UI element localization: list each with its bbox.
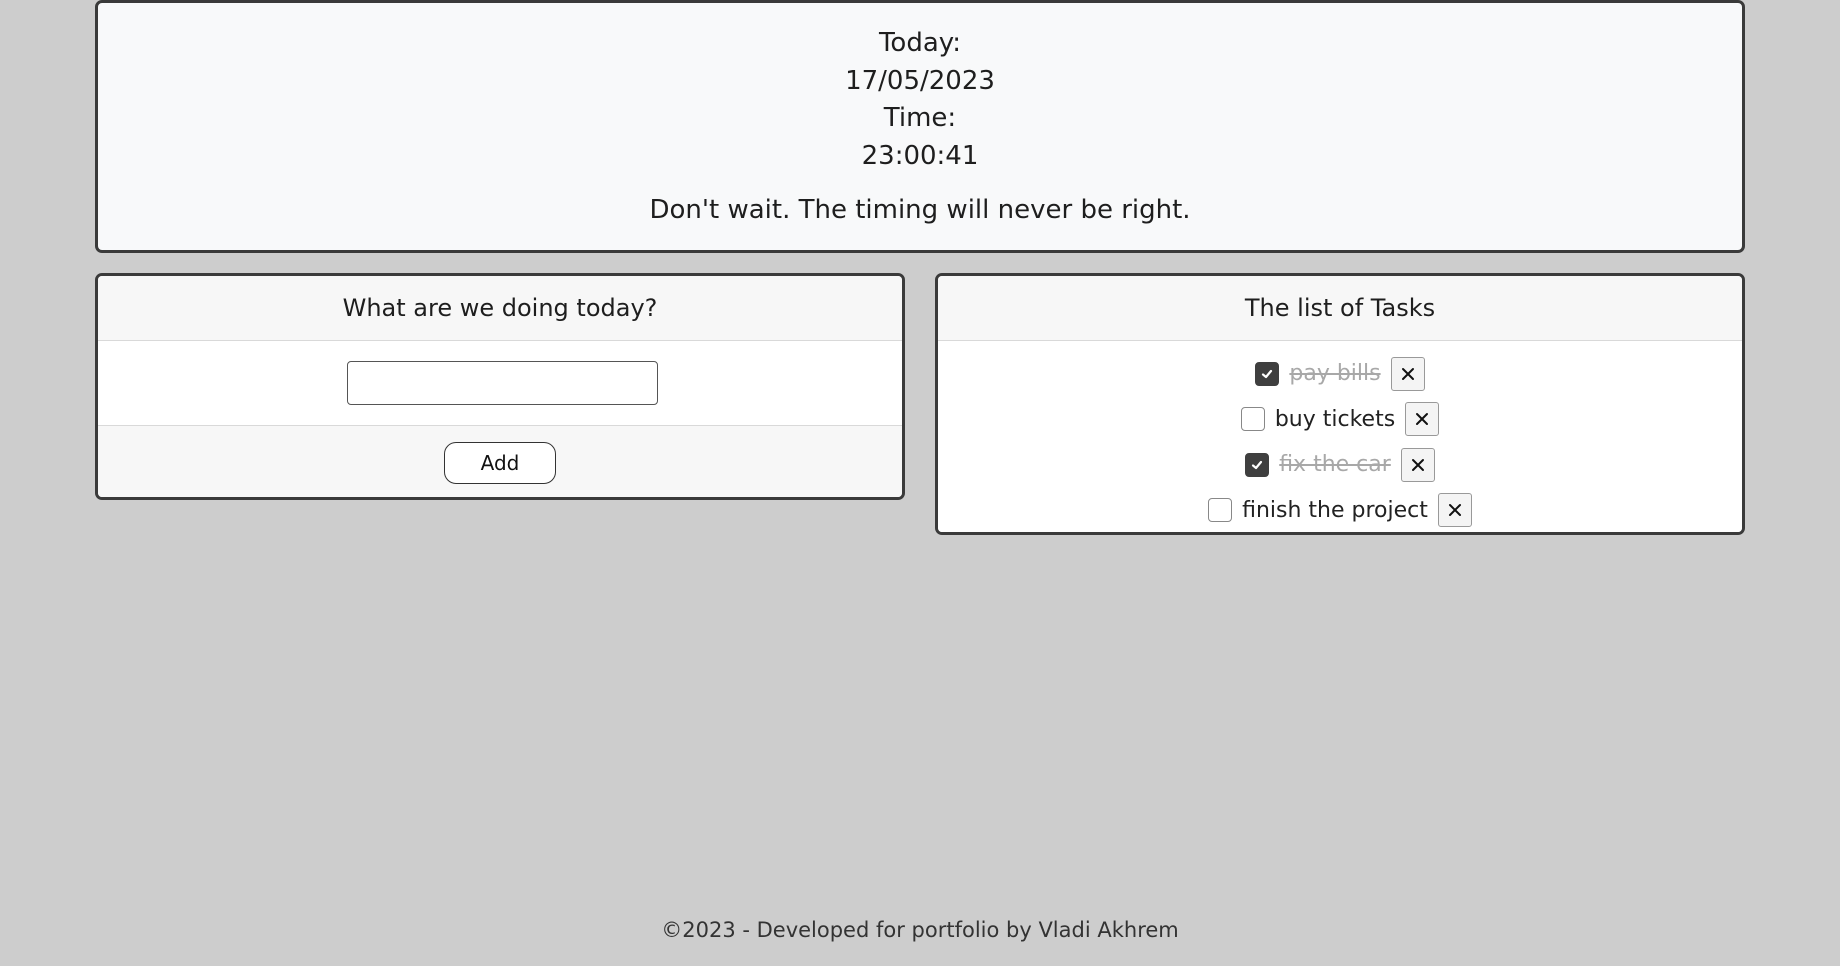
task-text: buy tickets: [1274, 406, 1396, 432]
task-checkbox[interactable]: [1208, 498, 1233, 523]
quote-text: Don't wait. The timing will never be rig…: [649, 195, 1191, 225]
task-row: buy tickets: [938, 397, 1742, 443]
task-input[interactable]: [347, 361, 658, 405]
task-checkbox[interactable]: [1255, 361, 1280, 386]
task-text: pay bills: [1289, 361, 1381, 387]
add-task-title: What are we doing today?: [98, 276, 902, 341]
delete-task-button[interactable]: [1405, 402, 1440, 437]
time-value: 23:00:41: [861, 140, 979, 171]
close-icon: [1401, 367, 1414, 380]
add-task-card: What are we doing today? Add: [95, 273, 905, 500]
task-row: pay bills: [938, 351, 1742, 397]
clock-card: Today: 17/05/2023 Time: 23:00:41 Don't w…: [95, 0, 1745, 253]
clock-block: Today: 17/05/2023 Time: 23:00:41: [98, 3, 1742, 175]
task-list: pay bills buy tickets fix the car finish…: [938, 341, 1742, 533]
add-task-footer: Add: [98, 426, 902, 497]
task-text: finish the project: [1242, 497, 1428, 523]
delete-task-button[interactable]: [1400, 447, 1435, 482]
time-label: Time:: [883, 103, 957, 133]
delete-task-button[interactable]: [1437, 493, 1472, 528]
task-list-title: The list of Tasks: [938, 276, 1742, 341]
task-list-card: The list of Tasks pay bills buy tickets: [935, 273, 1745, 535]
task-row: fix the car: [938, 442, 1742, 488]
add-task-body: [98, 341, 902, 426]
task-row: finish the project: [938, 488, 1742, 533]
delete-task-button[interactable]: [1390, 356, 1425, 391]
task-checkbox[interactable]: [1245, 452, 1270, 477]
footer-credit: ©2023 - Developed for portfolio by Vladi…: [661, 918, 1179, 942]
check-icon: [1252, 460, 1263, 469]
task-checkbox[interactable]: [1240, 407, 1265, 432]
check-icon: [1262, 369, 1273, 378]
task-text: fix the car: [1279, 452, 1391, 478]
close-icon: [1416, 413, 1429, 426]
close-icon: [1411, 458, 1424, 471]
date-value: 17/05/2023: [845, 65, 995, 96]
close-icon: [1448, 504, 1461, 517]
add-button[interactable]: Add: [444, 442, 556, 484]
date-label: Today:: [878, 28, 962, 58]
